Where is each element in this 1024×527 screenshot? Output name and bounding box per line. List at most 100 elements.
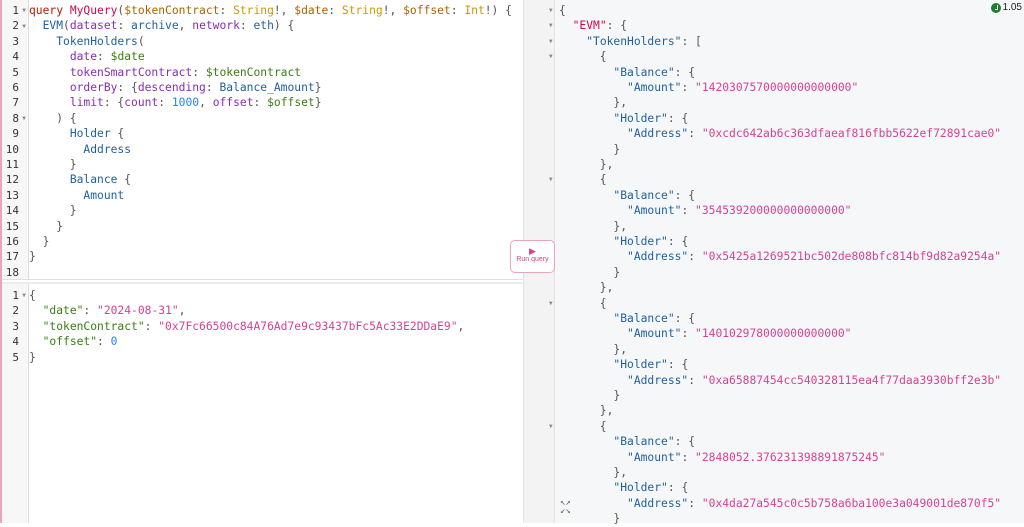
code-token: "Address": [627, 373, 689, 387]
code-token: Balance: [69, 173, 118, 187]
code-token: "354539200000000000000": [695, 204, 852, 218]
code-token: }: [29, 350, 36, 364]
code-token: "Address": [627, 496, 689, 510]
code-token: :: [158, 96, 172, 110]
code-token: $offset: [267, 96, 315, 110]
code-token: : {: [103, 96, 125, 110]
code-token: :: [219, 4, 234, 17]
line-number: 7: [12, 96, 19, 110]
line-number: 17: [5, 250, 19, 264]
fold-arrow-icon[interactable]: ▼: [549, 172, 553, 187]
code-token: :: [97, 335, 111, 349]
fold-arrow-icon[interactable]: ▼: [19, 19, 29, 34]
code-token: "Address": [627, 250, 689, 264]
code-token: 0: [110, 335, 118, 349]
line-number: 2: [12, 19, 19, 33]
code-line: "Amount": "1420307570000000000000": [559, 80, 858, 95]
code-line: 6 orderBy: {descending: Balance_Amount}: [2, 80, 321, 95]
code-line: "Address": "0xa65887454cc540328115ea4f77…: [559, 373, 1001, 388]
code-token: },: [559, 96, 628, 110]
code-token: {: [559, 173, 607, 187]
code-line: "Holder": {: [559, 357, 688, 372]
variables-editor[interactable]: 1 ▼{2 "date": "2024-08-31", 3 "tokenContra…: [2, 282, 523, 523]
fold-arrow-icon[interactable]: ▼: [549, 3, 553, 18]
code-line: "Address": "0x4da27a545c0c5b758a6ba100e3…: [559, 496, 1001, 511]
code-token: ,: [178, 304, 186, 318]
code-token: {: [559, 419, 607, 433]
code-token: "offset": [42, 335, 98, 349]
code-token: "Holder": [613, 481, 668, 495]
code-line: },: [559, 157, 614, 172]
code-line: "Address": "0x5425a1269521bc502de808bfc8…: [559, 249, 1001, 264]
code-token: !,: [273, 4, 295, 17]
code-token: {: [110, 127, 125, 141]
code-token: :: [688, 496, 702, 510]
code-token: MyQuery: [69, 4, 118, 17]
code-token: : {: [117, 81, 138, 94]
line-number: 1: [12, 4, 19, 17]
code-token: !) {: [484, 4, 512, 17]
line-number: 8: [12, 111, 19, 125]
code-token: },: [559, 342, 628, 356]
code-token: "date": [42, 304, 84, 318]
query-editor[interactable]: 1 ▼ query MyQuery($tokenContract: String!,…: [2, 0, 523, 280]
expand-icon[interactable]: ↖↗ ↙↘: [560, 499, 578, 516]
line-number: 15: [5, 219, 19, 233]
fold-arrow-icon[interactable]: ▼: [549, 49, 553, 64]
code-token: : {: [667, 111, 689, 125]
fold-arrow-icon[interactable]: ▼: [549, 18, 553, 33]
code-token: archive: [131, 19, 179, 33]
code-token: {: [117, 173, 132, 187]
code-token: :: [239, 19, 254, 33]
code-token: descending: [137, 81, 206, 94]
code-token: },: [559, 466, 628, 479]
fold-arrow-icon[interactable]: ▼: [549, 296, 553, 311]
code-line: 4 date: $date: [2, 49, 145, 64]
code-line: }: [559, 388, 620, 403]
code-token: "TokenHolders": [586, 34, 682, 48]
code-line: 1 ▼{: [2, 288, 35, 303]
code-token: }: [314, 96, 322, 110]
code-line: ▼ {: [549, 419, 607, 434]
code-token: Int: [464, 4, 485, 17]
code-token: $date: [110, 50, 145, 64]
fold-arrow-icon[interactable]: ▼: [549, 419, 553, 434]
code-line: 11 }: [2, 157, 77, 172]
code-token: :: [144, 319, 159, 333]
code-line: ▼ "EVM": {: [549, 18, 627, 33]
line-number: 3: [12, 319, 19, 333]
code-token: Amount: [83, 188, 125, 202]
run-query-button[interactable]: ▶ Run query: [510, 240, 555, 273]
code-token: ,: [199, 96, 213, 110]
fold-arrow-icon[interactable]: ▼: [19, 111, 29, 126]
code-token: limit: [69, 96, 104, 110]
code-token: eth: [253, 19, 274, 33]
fold-arrow-icon[interactable]: ▼: [19, 3, 29, 18]
code-token: :: [83, 304, 98, 318]
code-line: 10 Address: [2, 142, 131, 157]
code-token: (: [63, 19, 70, 33]
code-token: }: [559, 142, 621, 156]
fold-arrow-icon[interactable]: ▼: [549, 34, 553, 49]
code-token: "Holder": [613, 111, 668, 125]
fold-arrow-icon[interactable]: ▼: [19, 288, 29, 303]
code-token: : {: [674, 435, 696, 449]
code-line: 15 }: [2, 219, 63, 234]
code-token: $offset: [403, 4, 451, 17]
code-token: "0x5425a1269521bc502de808bfc814bf9d82a92…: [701, 250, 1002, 264]
line-number: 10: [5, 142, 19, 156]
code-token: :: [681, 327, 696, 341]
